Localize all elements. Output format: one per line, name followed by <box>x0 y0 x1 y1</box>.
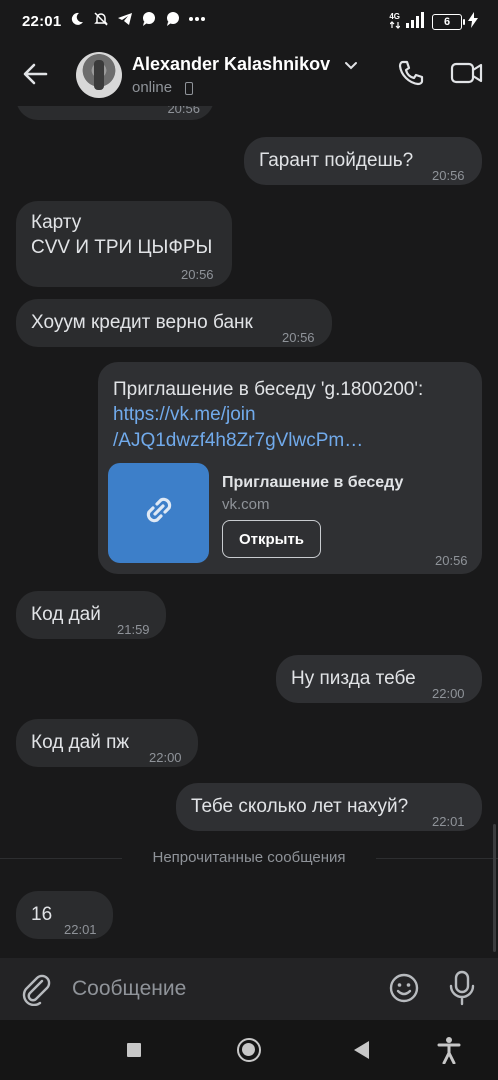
message-time: 21:59 <box>117 622 150 637</box>
message-text-line: Карту <box>31 212 82 233</box>
message-time: 20:56 <box>167 106 200 116</box>
message-text: 16 <box>31 904 53 925</box>
message-bubble-outgoing[interactable]: Гарант пойдешь? 20:56 <box>244 137 482 185</box>
telegram-icon <box>116 10 134 28</box>
message-text-line: CVV И ТРИ ЦЫФРЫ <box>31 237 213 258</box>
battery-indicator: 6 <box>432 14 465 30</box>
attach-icon[interactable] <box>20 972 52 1007</box>
message-bubble-partial[interactable]: 20:56 <box>16 106 214 120</box>
message-bubble-incoming[interactable]: Код дай пж 22:00 <box>16 719 198 767</box>
message-time: 22:00 <box>149 750 182 765</box>
message-link-line[interactable]: /AJQ1dwzf4h8Zr7gVlwcPm… <box>113 428 363 453</box>
message-bubble-link-card[interactable]: Приглашение в беседу 'g.1800200': https:… <box>98 362 482 574</box>
moon-icon <box>68 10 86 28</box>
message-text: Гарант пойдешь? <box>259 150 414 171</box>
message-text: Код дай пж <box>31 732 130 753</box>
recents-button[interactable] <box>127 1043 141 1057</box>
status-left-icons <box>68 10 206 28</box>
status-bar: 22:01 4G 6 <box>0 0 498 44</box>
status-right-icons: 4G 6 <box>389 12 478 32</box>
message-time: 22:01 <box>432 814 465 829</box>
message-text: Код дай <box>31 604 101 625</box>
charging-icon <box>468 12 478 32</box>
message-input[interactable] <box>72 974 362 1004</box>
link-preview-domain: vk.com <box>222 496 270 513</box>
back-arrow-icon[interactable] <box>20 58 52 90</box>
message-text: Ну пизда тебе <box>291 668 416 689</box>
video-call-icon[interactable] <box>450 58 484 88</box>
message-bubble-incoming[interactable]: Карту CVV И ТРИ ЦЫФРЫ 20:56 <box>16 201 232 287</box>
message-time: 20:56 <box>282 330 315 345</box>
message-link-line[interactable]: https://vk.me/join <box>113 402 256 427</box>
phone-call-icon[interactable] <box>396 58 426 88</box>
network-type: 4G <box>389 13 401 31</box>
message-text: Тебе сколько лет нахуй? <box>191 796 409 817</box>
avatar[interactable] <box>76 52 122 98</box>
unread-divider: Непрочитанные сообщения <box>0 848 498 868</box>
chat-bubble-icon <box>164 10 182 28</box>
message-bubble-outgoing[interactable]: Тебе сколько лет нахуй? 22:01 <box>176 783 482 831</box>
system-nav-bar <box>0 1020 498 1080</box>
contact-status: online <box>132 79 173 96</box>
message-bubble-incoming[interactable]: Хоуум кредит верно банк 20:56 <box>16 299 332 347</box>
chat-icon <box>140 10 158 28</box>
message-composer <box>0 958 498 1020</box>
accessibility-button[interactable] <box>436 1036 462 1065</box>
link-chain-icon <box>139 490 179 537</box>
back-button[interactable] <box>354 1041 369 1059</box>
message-time: 20:56 <box>435 553 468 568</box>
scrollbar[interactable] <box>493 824 496 952</box>
emoji-icon[interactable] <box>388 972 420 1004</box>
message-time: 20:56 <box>432 168 465 183</box>
message-time: 22:01 <box>64 922 97 937</box>
message-time: 22:00 <box>432 686 465 701</box>
muted-bell-icon <box>92 10 110 28</box>
mobile-online-icon <box>185 82 193 95</box>
chevron-down-icon[interactable] <box>344 58 358 72</box>
message-bubble-outgoing[interactable]: Ну пизда тебе 22:00 <box>276 655 482 703</box>
microphone-icon[interactable] <box>448 970 476 1006</box>
contact-name[interactable]: Alexander Kalashnikov <box>132 54 330 75</box>
link-preview-image[interactable] <box>108 463 209 563</box>
more-dots-icon <box>188 10 206 28</box>
message-bubble-incoming[interactable]: Код дай 21:59 <box>16 591 166 639</box>
open-invite-button[interactable]: Открыть <box>222 520 321 558</box>
divider-line <box>376 858 498 859</box>
message-list[interactable]: 20:56 Гарант пойдешь? 20:56 Карту CVV И … <box>0 106 498 958</box>
message-text: Хоуум кредит верно банк <box>31 312 253 333</box>
home-button[interactable] <box>237 1038 261 1062</box>
chat-header: Alexander Kalashnikov online <box>0 44 498 106</box>
message-bubble-incoming[interactable]: 16 22:01 <box>16 891 113 939</box>
status-time: 22:01 <box>22 13 62 30</box>
message-text: Приглашение в беседу 'g.1800200': <box>113 379 424 400</box>
message-time: 20:56 <box>181 267 214 282</box>
signal-icon <box>406 12 426 32</box>
